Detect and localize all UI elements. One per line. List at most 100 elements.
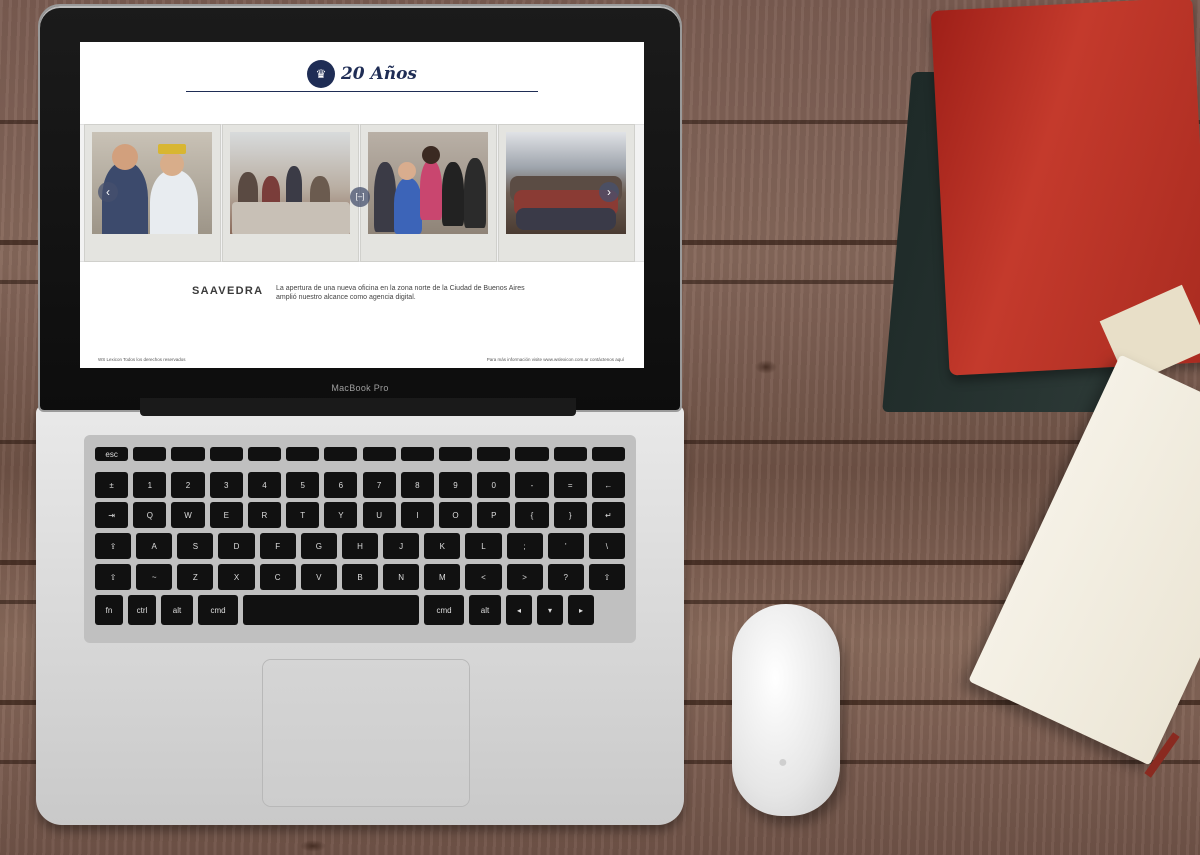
keyboard-key[interactable]: 4 [247,472,282,498]
footer-contact-link[interactable]: Para más información visite www.wslexico… [487,357,624,362]
wood-knot [755,360,777,374]
keyboard-key[interactable]: J [383,533,420,559]
keyboard-key[interactable] [247,447,282,461]
keyboard-key[interactable]: ± [95,472,129,498]
keyboard-key[interactable]: B [341,564,379,590]
keyboard-key[interactable]: D [218,533,255,559]
keyboard-key[interactable]: S [177,533,214,559]
keyboard-key[interactable]: cmd [198,595,238,625]
keyboard-key[interactable]: } [553,502,587,528]
keyboard-key[interactable]: L [465,533,502,559]
gallery-photo[interactable] [361,125,496,261]
keyboard-key[interactable]: fn [95,595,123,625]
keyboard-key[interactable]: ~ [136,564,173,590]
keyboard-key[interactable] [438,447,473,461]
keyboard-key[interactable]: 7 [362,472,396,498]
keyboard-key[interactable]: 9 [438,472,473,498]
keyboard-key[interactable]: ⇪ [95,533,132,559]
keyboard-key[interactable]: { [515,502,549,528]
footer-copyright: WS Lexicon Todos los derechos reservados [98,357,186,362]
laptop-hinge [140,398,576,416]
keyboard-key[interactable]: - [515,472,549,498]
gallery-next-button[interactable]: › [599,182,619,202]
keyboard-key[interactable]: Y [324,502,358,528]
section-title: SAAVEDRA [192,285,264,297]
keyboard-key[interactable]: V [300,564,337,590]
keyboard-key[interactable]: 8 [400,472,434,498]
keyboard-key[interactable]: ctrl [128,595,156,625]
keyboard-key[interactable]: 1 [133,472,167,498]
keyboard-key[interactable]: ⇧ [588,564,625,590]
keyboard-key[interactable] [243,595,419,625]
magic-mouse: ● [732,604,840,816]
keyboard-key[interactable]: 2 [171,472,205,498]
keyboard-key[interactable]: 3 [209,472,243,498]
keyboard-key[interactable]: ▸ [568,595,594,625]
trackpad[interactable] [263,660,469,806]
header-divider [186,91,538,92]
keyboard-key[interactable]: E [209,502,243,528]
keyboard-key[interactable] [209,447,243,461]
gallery-prev-button[interactable]: ‹ [98,182,118,202]
keyboard-key[interactable] [553,447,587,461]
keyboard-key[interactable]: I [400,502,434,528]
keyboard-key[interactable]: 6 [324,472,358,498]
keyboard-key[interactable]: ↵ [591,502,625,528]
keyboard-key[interactable]: ? [547,564,584,590]
keyboard: esc ±1 2 3 4 5 6 7 8 9 0- = ← ⇥ Q W E R T Y U I O P{} ↵ ⇪ A S D F G H J K… [84,435,636,643]
keyboard-key[interactable]: A [136,533,173,559]
apple-logo-icon: ● [778,754,788,771]
keyboard-key[interactable]: X [218,564,255,590]
keyboard-key[interactable]: M [424,564,461,590]
site-header: ♛ 20 Años [80,54,644,94]
keyboard-key[interactable] [286,447,320,461]
keyboard-key[interactable]: R [247,502,282,528]
keyboard-key[interactable]: \ [588,533,625,559]
keyboard-key[interactable]: 5 [286,472,320,498]
keyboard-key[interactable]: K [424,533,461,559]
keyboard-key[interactable] [477,447,511,461]
keyboard-key[interactable]: ⇥ [95,502,129,528]
keyboard-key[interactable]: Z [177,564,214,590]
keyboard-key[interactable]: W [171,502,205,528]
site-logo-text[interactable]: 20 Años [341,64,417,84]
keyboard-key[interactable] [400,447,434,461]
keyboard-key[interactable]: ← [591,472,625,498]
keyboard-key[interactable]: < [465,564,502,590]
keyboard-key[interactable]: O [438,502,473,528]
keyboard-key[interactable]: = [553,472,587,498]
gallery-expand-button[interactable]: [–] [350,187,370,207]
keyboard-key[interactable]: esc [95,447,129,461]
keyboard-key[interactable]: cmd [424,595,464,625]
laptop-base: esc ±1 2 3 4 5 6 7 8 9 0- = ← ⇥ Q W E R T Y U I O P{} ↵ ⇪ A S D F G H J K… [36,405,684,825]
wood-knot [300,840,326,852]
keyboard-key[interactable]: ▾ [537,595,563,625]
keyboard-key[interactable]: ' [547,533,584,559]
photo-gallery: ‹ [–] › [80,124,644,262]
keyboard-key[interactable]: ; [506,533,543,559]
keyboard-key[interactable] [362,447,396,461]
keyboard-key[interactable] [515,447,549,461]
laptop-brand-label: MacBook Pro [331,383,389,393]
keyboard-key[interactable]: alt [161,595,193,625]
keyboard-key[interactable] [171,447,205,461]
keyboard-key[interactable]: F [259,533,296,559]
keyboard-key[interactable]: G [300,533,337,559]
keyboard-key[interactable]: H [341,533,379,559]
keyboard-key[interactable]: T [286,502,320,528]
laptop-screen: ♛ 20 Años ‹ [–] › SAAVEDRA La apertura d… [80,42,644,368]
keyboard-key[interactable]: N [383,564,420,590]
keyboard-key[interactable] [133,447,167,461]
keyboard-key[interactable] [591,447,625,461]
keyboard-key[interactable]: ⇧ [95,564,132,590]
keyboard-key[interactable]: > [506,564,543,590]
keyboard-key[interactable]: P [477,502,511,528]
keyboard-key[interactable]: Q [133,502,167,528]
keyboard-key[interactable]: C [259,564,296,590]
keyboard-key[interactable]: ◂ [506,595,532,625]
gallery-photo[interactable] [223,125,358,261]
keyboard-key[interactable] [324,447,358,461]
keyboard-key[interactable]: 0 [477,472,511,498]
keyboard-key[interactable]: U [362,502,396,528]
keyboard-key[interactable]: alt [469,595,501,625]
